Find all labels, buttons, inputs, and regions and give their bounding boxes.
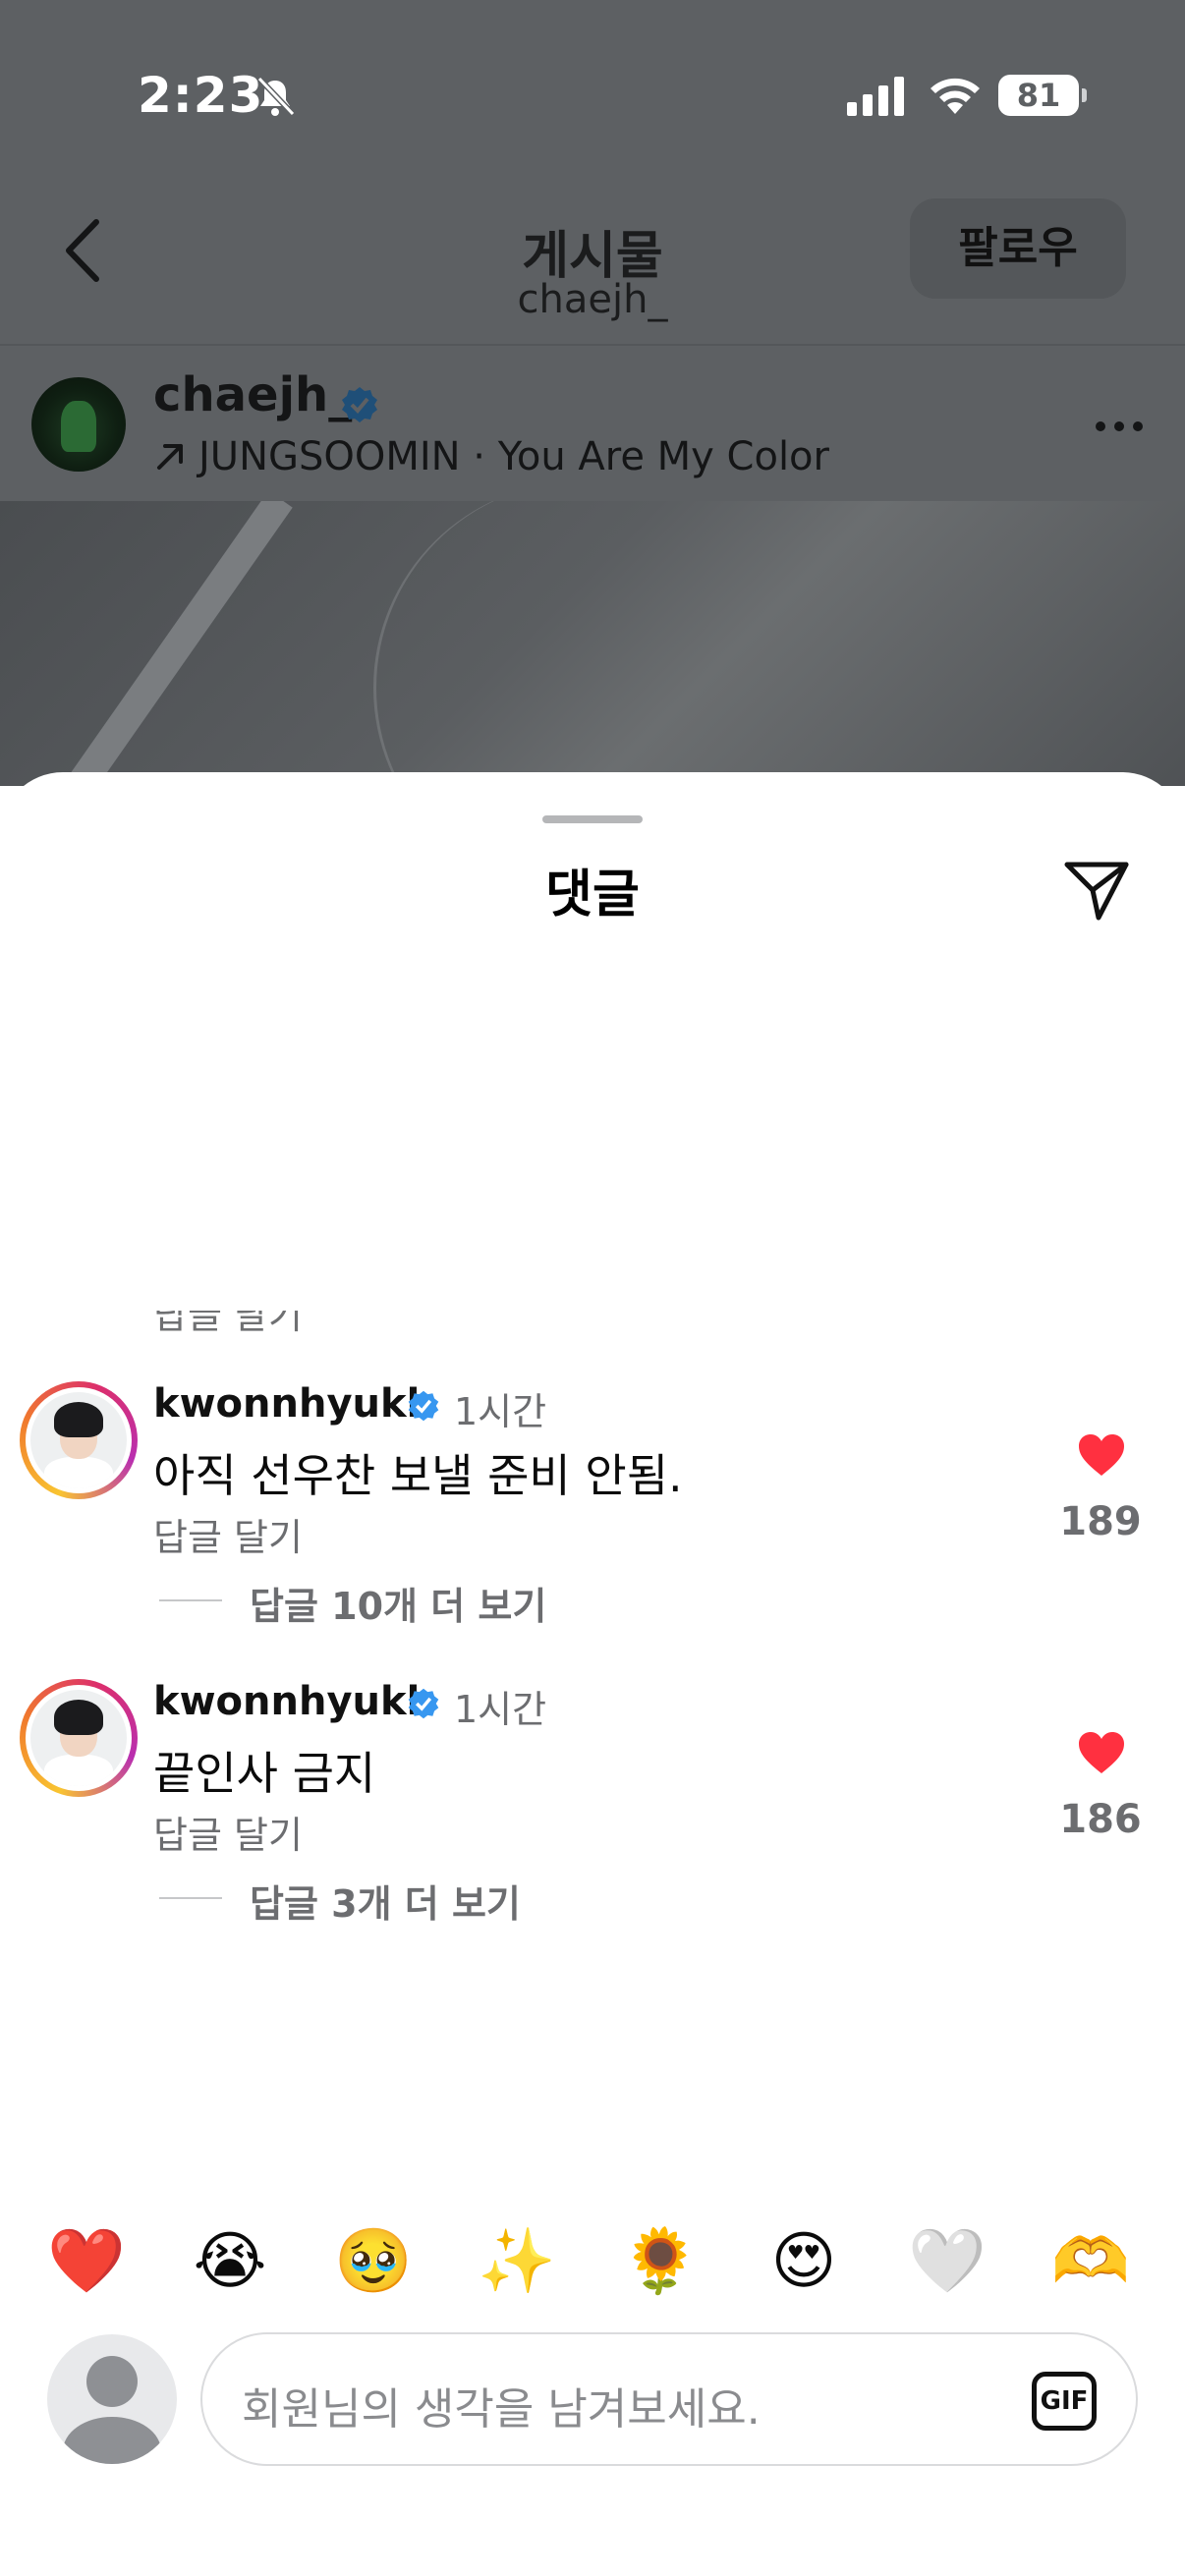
emoji-button[interactable]: 🥹	[332, 2220, 415, 2303]
post-author-username[interactable]: chaejh_	[153, 367, 352, 422]
post-music-text: JUNGSOOMIN · You Are My Color	[198, 434, 829, 479]
heart-icon[interactable]	[1077, 1730, 1126, 1775]
emoji-button[interactable]: ✨	[476, 2220, 558, 2303]
post-header: chaejh_ JUNGSOOMIN · You Are My Color	[0, 344, 1185, 501]
top-nav: 게시물 chaejh_ 팔로우	[0, 187, 1185, 344]
sheet-title: 댓글	[545, 866, 640, 924]
arrow-up-right-icon	[157, 444, 183, 470]
post-screen-background: 2:23 81 게시물 chaejh_ 팔로우 chaejh_ JUNGSOOM…	[0, 0, 1185, 786]
emoji-button[interactable]: 🫶	[1049, 2220, 1132, 2303]
sheet-grabber[interactable]	[542, 815, 643, 823]
more-icon[interactable]	[1093, 417, 1146, 436]
comment-item: kwonnhyukk 1시간 끝인사 금지 답글 달기 답글 3개 더 보기 1…	[0, 1679, 1185, 1954]
bell-off-icon	[256, 76, 296, 117]
battery-indicator: 81	[998, 75, 1087, 116]
emoji-button[interactable]: 😍	[762, 2220, 845, 2303]
emoji-button[interactable]: 🤍	[906, 2220, 988, 2303]
wifi-icon	[931, 78, 980, 114]
signal-icon	[847, 77, 904, 116]
commenter-avatar	[26, 1685, 132, 1791]
comment-item: kwonnhyukk 1시간 아직 선우찬 보낼 준비 안됨. 답글 달기 답글…	[0, 1381, 1185, 1656]
view-more-replies-button[interactable]: 답글 3개 더 보기	[250, 1874, 521, 1928]
comment-input[interactable]: 회원님의 생각을 남겨보세요. GIF	[200, 2332, 1138, 2466]
comment-text: 아직 선우찬 보낼 준비 안됨.	[153, 1449, 683, 1502]
comments-sheet: 댓글 답글 달기	[0, 772, 1185, 2576]
verified-icon	[408, 1390, 439, 1422]
emoji-quick-bar: ❤️ 😭 🥹 ✨ 🌻 😍 🤍 🫶	[0, 2220, 1185, 2303]
like-count: 186	[1059, 1797, 1142, 1842]
commenter-username[interactable]: kwonnhyukk	[153, 1679, 432, 1724]
commenter-avatar-ring[interactable]	[20, 1381, 138, 1499]
follow-button[interactable]: 팔로우	[910, 198, 1126, 299]
replies-divider	[159, 1897, 222, 1899]
emoji-button[interactable]: 🌻	[619, 2220, 702, 2303]
emoji-button[interactable]: ❤️	[45, 2220, 128, 2303]
replies-divider	[159, 1599, 222, 1601]
comment-timestamp: 1시간	[454, 1390, 547, 1433]
reply-button[interactable]: 답글 달기	[153, 1805, 303, 1859]
post-image	[0, 501, 1185, 786]
status-bar: 2:23 81	[0, 0, 1185, 187]
my-avatar	[47, 2334, 177, 2464]
commenter-username[interactable]: kwonnhyukk	[153, 1381, 432, 1427]
send-icon[interactable]	[1061, 855, 1132, 925]
comment-timestamp: 1시간	[454, 1688, 547, 1731]
gif-icon[interactable]: GIF	[1032, 2372, 1097, 2431]
comment-input-row: 회원님의 생각을 남겨보세요. GIF	[0, 2332, 1185, 2470]
like-count: 189	[1059, 1499, 1142, 1544]
verified-icon	[342, 387, 377, 422]
faded-reply-label: 답글 달기	[153, 1311, 303, 1334]
reply-button[interactable]: 답글 달기	[153, 1507, 303, 1561]
status-time: 2:23	[138, 67, 264, 124]
emoji-button[interactable]: 😭	[189, 2220, 271, 2303]
post-author-avatar[interactable]	[31, 377, 126, 472]
heart-icon[interactable]	[1077, 1432, 1126, 1478]
commenter-avatar-ring[interactable]	[20, 1679, 138, 1797]
post-music-link[interactable]: JUNGSOOMIN · You Are My Color	[153, 434, 829, 479]
comment-input-placeholder: 회원님의 생각을 남겨보세요.	[242, 2384, 761, 2435]
commenter-avatar	[26, 1387, 132, 1493]
verified-icon	[408, 1688, 439, 1719]
comment-text: 끝인사 금지	[153, 1747, 376, 1800]
view-more-replies-button[interactable]: 답글 10개 더 보기	[250, 1576, 546, 1630]
